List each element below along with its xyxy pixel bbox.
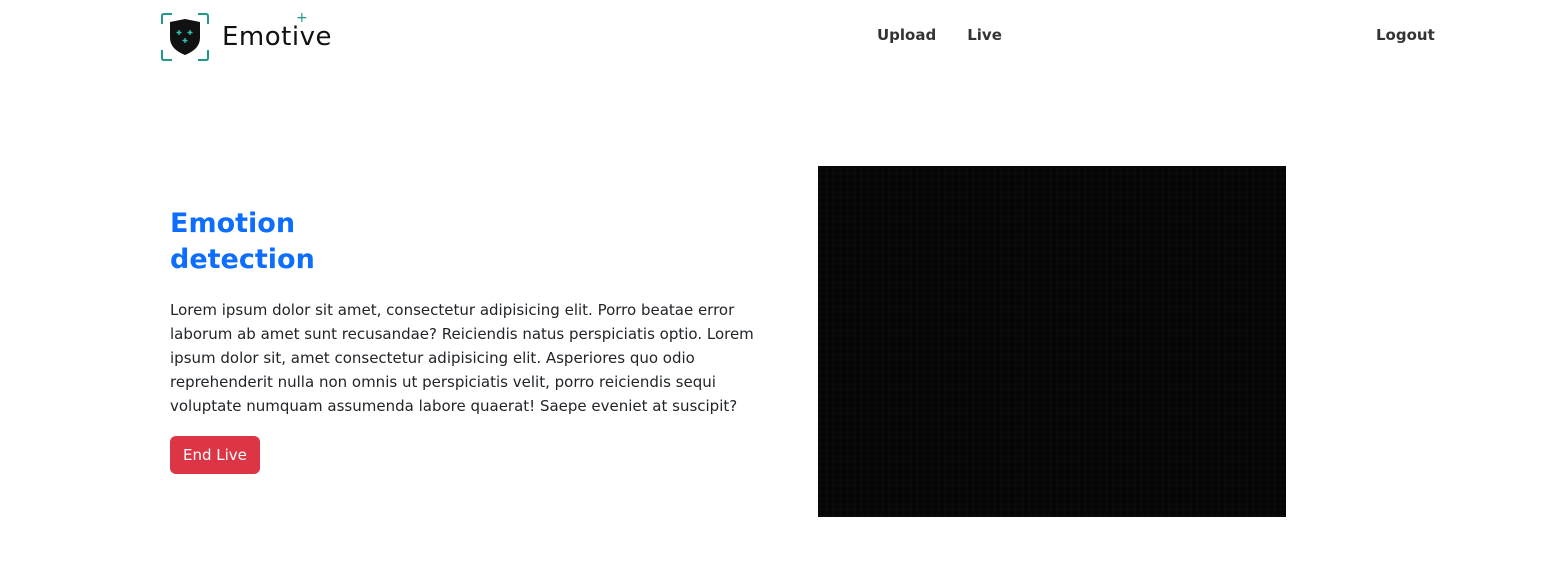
page-title-line2: detection [170,244,315,275]
end-live-button[interactable]: End Live [170,436,260,474]
nav-link-upload[interactable]: Upload [877,24,936,46]
live-video-feed [818,166,1286,517]
brand-link[interactable]: Emotive + [160,10,332,62]
top-navbar: Emotive + Upload Live Logout [0,0,1554,72]
brand-name: Emotive + [222,10,332,52]
hero-section: Emotion detection Lorem ipsum dolor sit … [170,206,790,474]
nav-links: Upload Live [877,24,1002,46]
page-title-line1: Emotion [170,208,296,239]
hero-description: Lorem ipsum dolor sit amet, consectetur … [170,301,754,415]
shield-logo-icon [161,13,209,61]
plus-accent-icon: + [296,10,309,26]
brand-name-text: Emotive [222,22,332,52]
page-title: Emotion detection [170,206,330,278]
logout-link[interactable]: Logout [1376,24,1435,46]
nav-link-live[interactable]: Live [967,24,1002,46]
